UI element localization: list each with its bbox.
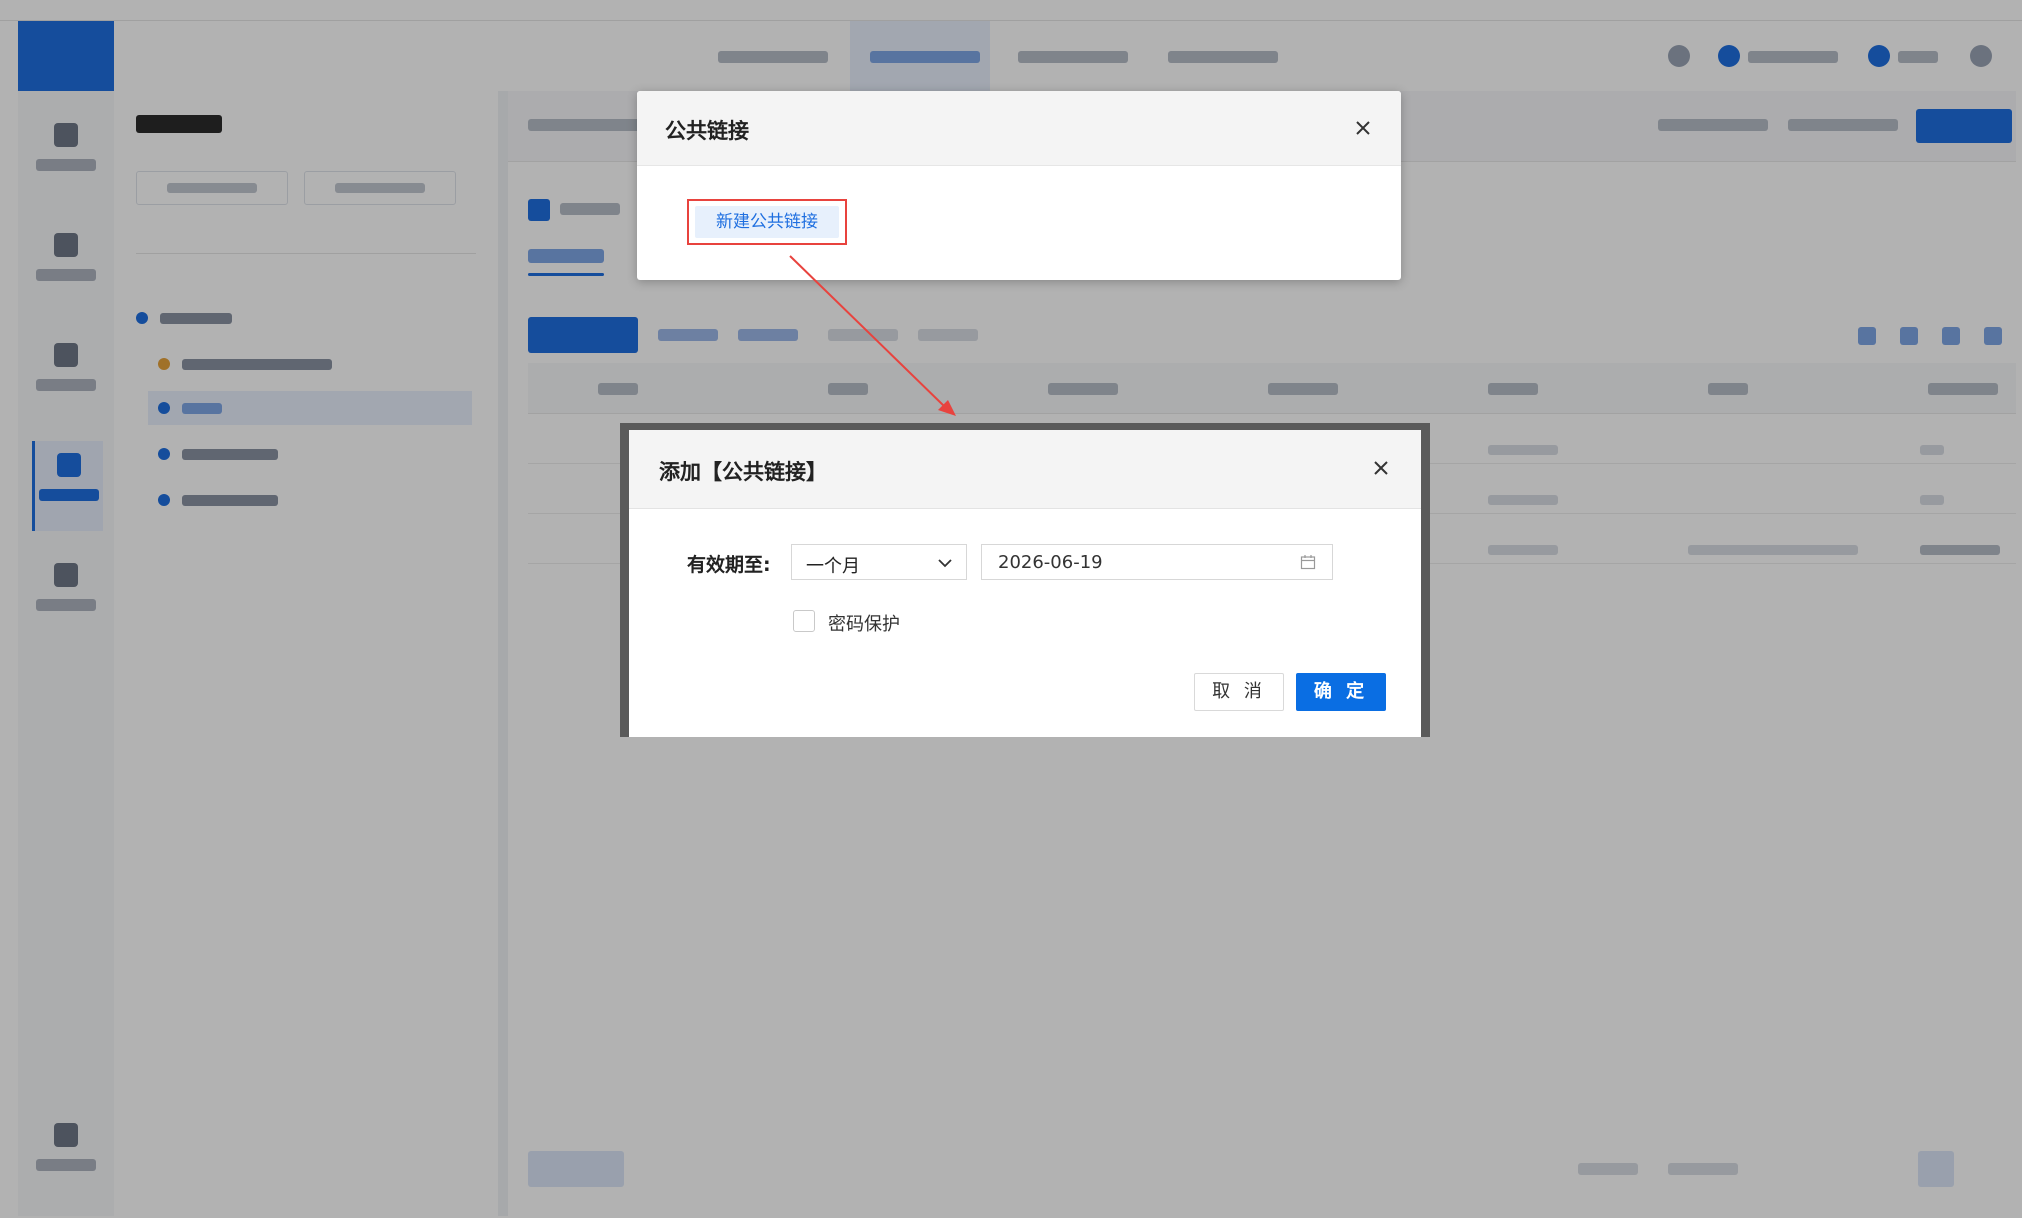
public-link-dialog-title: 公共链接 [665, 119, 749, 143]
validity-period-value: 一个月 [806, 556, 860, 577]
close-icon-glyph [1356, 121, 1370, 135]
validity-period-select[interactable]: 一个月 [791, 544, 967, 580]
add-public-link-dialog-title: 添加【公共链接】 [659, 460, 827, 484]
close-icon-glyph [1374, 461, 1388, 475]
cancel-button[interactable]: 取 消 [1194, 673, 1284, 711]
public-link-dialog: 公共链接 新建公共链接 [637, 91, 1401, 280]
confirm-button[interactable]: 确 定 [1296, 673, 1386, 711]
add-public-link-dialog: 添加【公共链接】 有效期至: 一个月 2026-06-19 密码保护 取 消 确… [629, 430, 1421, 737]
new-public-link-button[interactable]: 新建公共链接 [695, 206, 839, 238]
close-icon[interactable] [1367, 454, 1395, 482]
chevron-down-icon [938, 559, 952, 568]
expiry-date-input[interactable]: 2026-06-19 [981, 544, 1333, 580]
calendar-icon [1300, 555, 1316, 570]
add-public-link-dialog-header: 添加【公共链接】 [629, 430, 1421, 509]
validity-label: 有效期至: [687, 554, 771, 576]
screenshot-frame: 公共链接 新建公共链接 添加【公共链接】 有效期至: 一个月 2026-06-1… [0, 0, 2022, 1218]
public-link-dialog-header: 公共链接 [637, 91, 1401, 166]
expiry-date-value: 2026-06-19 [998, 552, 1103, 573]
close-icon[interactable] [1349, 114, 1377, 142]
password-protect-label[interactable]: 密码保护 [828, 610, 900, 636]
password-protect-checkbox[interactable] [793, 610, 815, 632]
new-link-highlight-box: 新建公共链接 [687, 199, 847, 245]
